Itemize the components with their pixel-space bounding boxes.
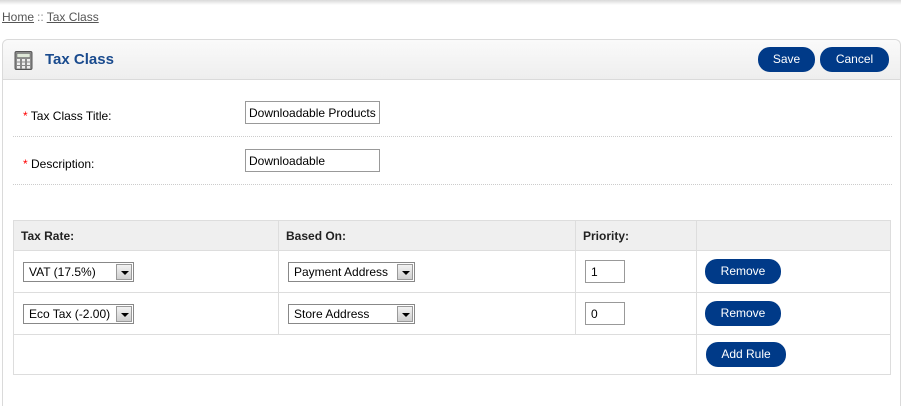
footer-actions-cell: Add Rule bbox=[696, 334, 891, 375]
dropdown-arrow-icon[interactable] bbox=[116, 263, 132, 280]
table-footer-row: Add Rule bbox=[13, 334, 891, 375]
form-row-description: * Description: bbox=[13, 137, 892, 185]
cancel-button[interactable]: Cancel bbox=[820, 47, 889, 72]
tax-rate-select[interactable]: Eco Tax (-2.00) bbox=[23, 303, 134, 324]
required-marker: * bbox=[23, 157, 28, 171]
priority-header: Priority: bbox=[575, 220, 697, 251]
tax-class-title-input[interactable] bbox=[245, 101, 380, 124]
based-on-select-value: Store Address bbox=[294, 306, 370, 321]
based-on-header: Based On: bbox=[278, 220, 576, 251]
page-title: Tax Class bbox=[45, 51, 114, 68]
based-on-cell: Store Address bbox=[278, 292, 576, 335]
table-row: VAT (17.5%) Payment Address Remove bbox=[13, 250, 891, 293]
tax-rate-cell: VAT (17.5%) bbox=[13, 250, 279, 293]
top-shadow-bar bbox=[0, 0, 901, 5]
form-row-title: * Tax Class Title: bbox=[13, 89, 892, 137]
priority-input[interactable] bbox=[585, 302, 625, 325]
dropdown-arrow-icon[interactable] bbox=[116, 305, 132, 322]
description-label-text: Description: bbox=[31, 157, 95, 171]
description-input[interactable] bbox=[245, 149, 380, 172]
tax-class-panel: Tax Class Save Cancel * Tax Class Title:… bbox=[2, 39, 901, 406]
tax-rate-select-value: VAT (17.5%) bbox=[29, 264, 96, 279]
remove-button[interactable]: Remove bbox=[705, 301, 781, 326]
dropdown-arrow-icon[interactable] bbox=[397, 263, 413, 280]
based-on-select[interactable]: Payment Address bbox=[288, 261, 415, 282]
priority-input[interactable] bbox=[585, 260, 625, 283]
based-on-select-value: Payment Address bbox=[294, 264, 389, 279]
table-row: Eco Tax (-2.00) Store Address Remove bbox=[13, 292, 891, 335]
description-label: * Description: bbox=[23, 157, 94, 171]
breadcrumb-separator: :: bbox=[37, 10, 44, 24]
based-on-cell: Payment Address bbox=[278, 250, 576, 293]
priority-cell bbox=[575, 250, 697, 293]
tax-rate-select[interactable]: VAT (17.5%) bbox=[23, 261, 134, 282]
actions-cell: Remove bbox=[696, 292, 891, 335]
tax-rate-cell: Eco Tax (-2.00) bbox=[13, 292, 279, 335]
panel-heading: Tax Class Save Cancel bbox=[3, 40, 900, 80]
actions-cell: Remove bbox=[696, 250, 891, 293]
table-header-row: Tax Rate: Based On: Priority: bbox=[13, 220, 891, 251]
save-button[interactable]: Save bbox=[758, 47, 815, 72]
tax-rates-table: Tax Rate: Based On: Priority: VAT (17.5%… bbox=[13, 220, 891, 375]
based-on-select[interactable]: Store Address bbox=[288, 303, 415, 324]
tax-class-title-label-text: Tax Class Title: bbox=[30, 109, 112, 123]
remove-button[interactable]: Remove bbox=[705, 259, 781, 284]
tax-rate-header: Tax Rate: bbox=[13, 220, 279, 251]
calculator-icon bbox=[14, 51, 33, 70]
breadcrumb-current-link[interactable]: Tax Class bbox=[47, 10, 99, 24]
breadcrumb: Home:: Tax Class bbox=[2, 10, 99, 24]
footer-spacer-cell bbox=[13, 334, 697, 375]
priority-cell bbox=[575, 292, 697, 335]
actions-header bbox=[696, 220, 891, 251]
add-rule-button[interactable]: Add Rule bbox=[706, 342, 786, 367]
required-marker: * bbox=[23, 109, 28, 123]
dropdown-arrow-icon[interactable] bbox=[397, 305, 413, 322]
tax-class-title-label: * Tax Class Title: bbox=[23, 109, 112, 123]
tax-rate-select-value: Eco Tax (-2.00) bbox=[29, 306, 111, 321]
breadcrumb-home-link[interactable]: Home bbox=[2, 10, 34, 24]
